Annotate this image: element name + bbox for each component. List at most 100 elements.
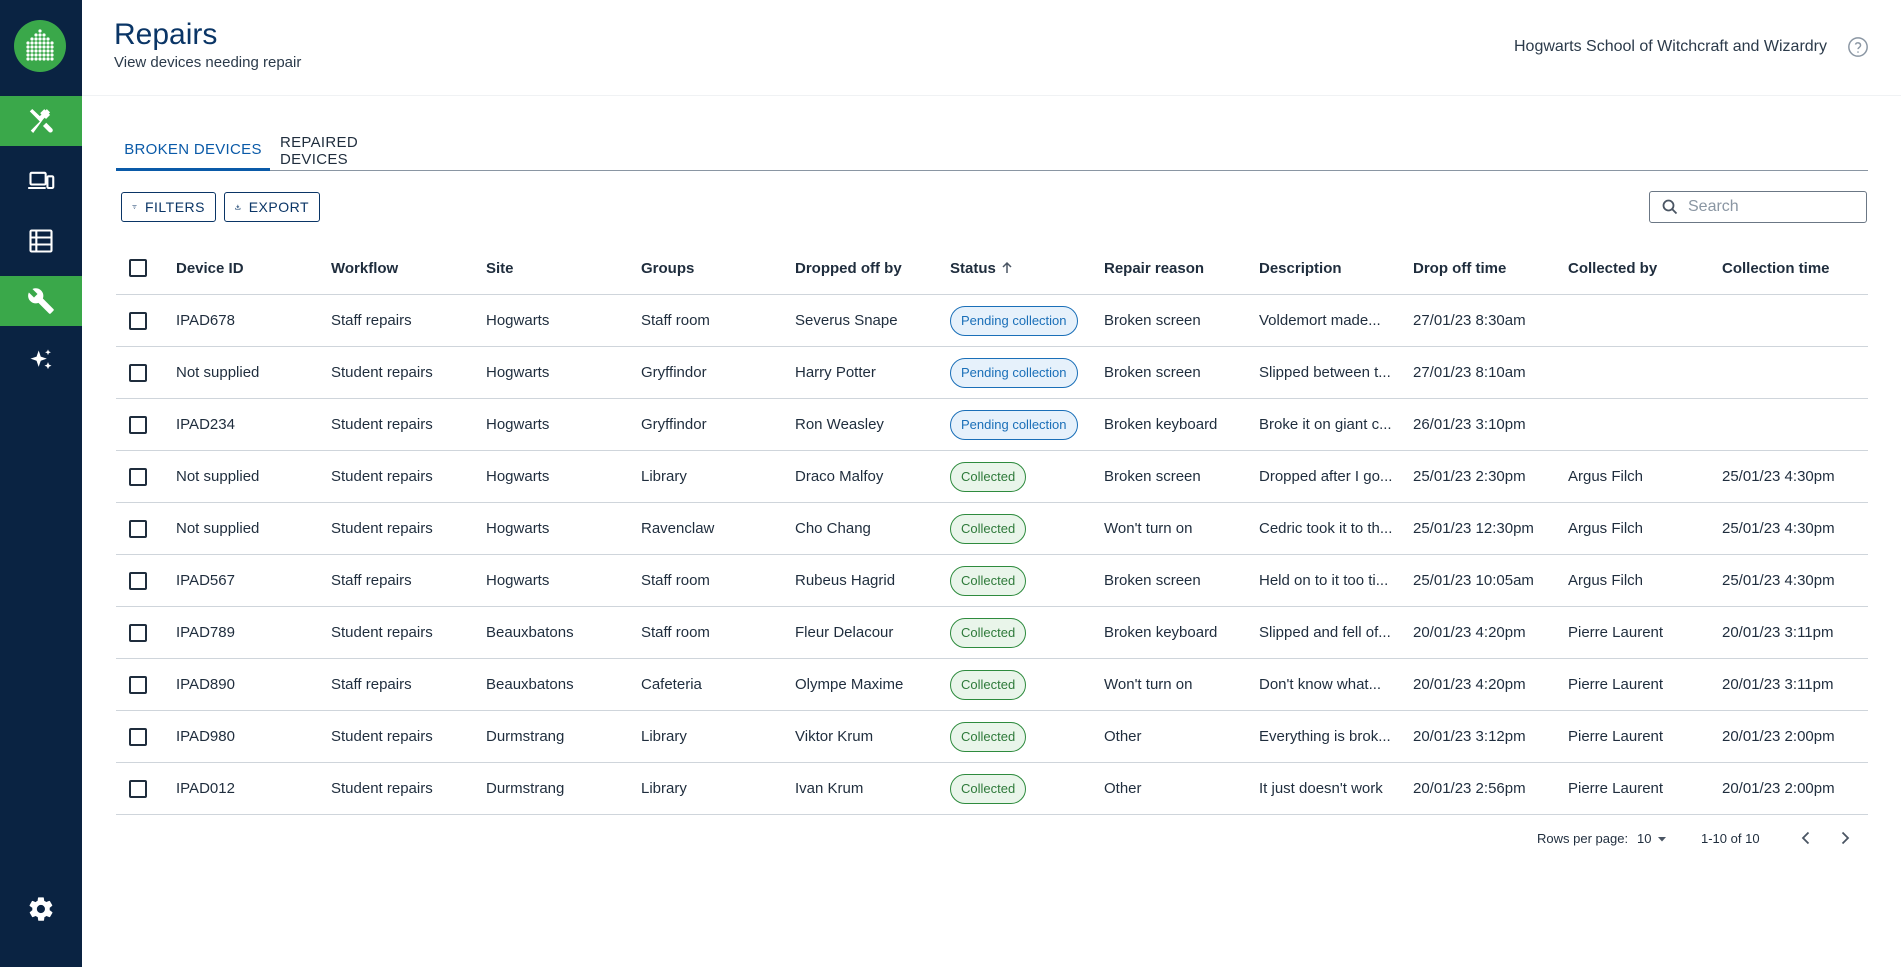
cell-device-id-text: IPAD567	[176, 572, 235, 589]
app-logo[interactable]	[14, 20, 66, 72]
sidebar-item-ai[interactable]	[0, 336, 82, 386]
cell-description: Slipped between t...	[1259, 347, 1399, 398]
row-checkbox[interactable]	[129, 467, 147, 486]
column-header-site[interactable]: Site	[486, 242, 631, 294]
row-checkbox[interactable]	[129, 519, 147, 538]
rows-per-page-select[interactable]: 10	[1637, 831, 1667, 846]
row-checkbox[interactable]	[129, 623, 147, 642]
table-row[interactable]: IPAD980 Student repairs Durmstrang Library V…	[116, 711, 1868, 763]
table-row[interactable]: IPAD234 Student repairs Hogwarts Gryffindor…	[116, 399, 1868, 451]
cell-device-id: Not supplied	[176, 347, 321, 398]
cell-groups: Staff room	[641, 295, 786, 346]
cell-collected-by	[1568, 347, 1713, 398]
column-header-description[interactable]: Description	[1259, 242, 1399, 294]
table-row[interactable]: Not supplied Student repairs Hogwarts Gryff…	[116, 347, 1868, 399]
column-header-groups[interactable]: Groups	[641, 242, 786, 294]
cell-dropped-off-by: Rubeus Hagrid	[795, 555, 940, 606]
cell-site-text: Beauxbatons	[486, 676, 574, 693]
table-row[interactable]: IPAD012 Student repairs Durmstrang Library I…	[116, 763, 1868, 815]
column-header-workflow[interactable]: Workflow	[331, 242, 476, 294]
export-button[interactable]: EXPORT	[224, 192, 320, 222]
table-body: IPAD678 Staff repairs Hogwarts Staff room Se…	[116, 295, 1868, 815]
cell-repair-reason: Broken screen	[1104, 347, 1249, 398]
cell-site-text: Hogwarts	[486, 312, 550, 329]
cell-repair-reason-text: Won't turn on	[1104, 520, 1193, 537]
table-row[interactable]: IPAD890 Staff repairs Beauxbatons Cafeteria…	[116, 659, 1868, 711]
cell-description-text: Cedric took it to th...	[1259, 520, 1393, 537]
cell-device-id-text: IPAD012	[176, 780, 235, 797]
sidebar-item-repairs[interactable]	[0, 276, 82, 326]
sidebar-item-tools[interactable]	[0, 96, 82, 146]
help-icon[interactable]	[1847, 36, 1869, 58]
column-header-collection-time[interactable]: Collection time	[1722, 242, 1868, 294]
export-button-label: EXPORT	[248, 199, 309, 215]
chevron-right-icon[interactable]	[1835, 828, 1855, 848]
table-header-row: Device ID Workflow Site Groups Dropped o…	[116, 242, 1868, 295]
cell-device-id-text: Not supplied	[176, 520, 260, 537]
row-checkbox[interactable]	[129, 675, 147, 694]
page-title: Repairs	[114, 18, 218, 51]
cell-dropped-off-by: Olympe Maxime	[795, 659, 940, 710]
cell-collected-by-text: Pierre Laurent	[1568, 780, 1664, 797]
cell-collected-by	[1568, 399, 1713, 450]
sidebar-item-devices[interactable]	[0, 156, 82, 206]
filters-button[interactable]: FILTERS	[121, 192, 216, 222]
cell-repair-reason-text: Other	[1104, 780, 1142, 797]
sort-ascending-icon[interactable]	[1000, 261, 1014, 275]
table-row[interactable]: Not supplied Student repairs Hogwarts Raven…	[116, 503, 1868, 555]
cell-drop-off-time-text: 25/01/23 2:30pm	[1413, 468, 1526, 485]
cell-dropped-off-by-text: Draco Malfoy	[795, 468, 884, 485]
gear-icon	[29, 897, 53, 921]
search-input[interactable]	[1688, 198, 1858, 216]
column-header-device-id[interactable]: Device ID	[176, 242, 321, 294]
sidebar	[0, 0, 82, 967]
cell-groups: Staff room	[641, 607, 786, 658]
row-checkbox[interactable]	[129, 727, 147, 746]
chevron-left-icon[interactable]	[1796, 828, 1816, 848]
hammer-wrench-icon	[29, 108, 53, 134]
cell-status: Collected	[950, 659, 1095, 710]
cell-workflow-text: Student repairs	[331, 364, 433, 381]
sidebar-item-list[interactable]	[0, 216, 82, 266]
row-checkbox[interactable]	[129, 779, 147, 798]
column-header-status-label: Status	[950, 259, 996, 277]
status-badge: Pending collection	[950, 305, 1078, 336]
table-row[interactable]: Not supplied Student repairs Hogwarts Libra…	[116, 451, 1868, 503]
row-checkbox[interactable]	[129, 571, 147, 590]
cell-groups-text: Cafeteria	[641, 676, 702, 693]
cell-drop-off-time-text: 26/01/23 3:10pm	[1413, 416, 1526, 433]
cell-repair-reason: Other	[1104, 711, 1249, 762]
cell-dropped-off-by: Ivan Krum	[795, 763, 940, 814]
sidebar-item-settings[interactable]	[0, 884, 82, 934]
column-header-dropped-off-by[interactable]: Dropped off by	[795, 242, 940, 294]
tab-broken-devices[interactable]: BROKEN DEVICES	[116, 130, 270, 171]
cell-workflow-text: Student repairs	[331, 416, 433, 433]
cell-repair-reason: Broken keyboard	[1104, 399, 1249, 450]
cell-collection-time: 20/01/23 3:11pm	[1722, 659, 1868, 710]
cell-dropped-off-by: Fleur Delacour	[795, 607, 940, 658]
cell-device-id-text: IPAD980	[176, 728, 235, 745]
column-header-repair-reason[interactable]: Repair reason	[1104, 242, 1249, 294]
tab-repaired-devices[interactable]: REPAIRED DEVICES	[280, 130, 420, 171]
row-checkbox[interactable]	[129, 415, 147, 434]
cell-device-id-text: IPAD789	[176, 624, 235, 641]
select-all-checkbox[interactable]	[129, 259, 147, 277]
cell-status: Collected	[950, 451, 1095, 502]
row-checkbox[interactable]	[129, 311, 147, 330]
column-header-status[interactable]: Status	[950, 242, 1095, 294]
row-checkbox[interactable]	[129, 363, 147, 382]
cell-repair-reason-text: Broken screen	[1104, 468, 1201, 485]
column-header-collected-by[interactable]: Collected by	[1568, 242, 1713, 294]
download-icon	[235, 204, 241, 210]
cell-repair-reason: Broken screen	[1104, 555, 1249, 606]
caret-down-icon	[1658, 836, 1667, 841]
column-header-drop-off-time[interactable]: Drop off time	[1413, 242, 1558, 294]
table-row[interactable]: IPAD567 Staff repairs Hogwarts Staff room Ru…	[116, 555, 1868, 607]
cell-site: Hogwarts	[486, 295, 631, 346]
cell-collected-by: Argus Filch	[1568, 555, 1713, 606]
table-row[interactable]: IPAD678 Staff repairs Hogwarts Staff room Se…	[116, 295, 1868, 347]
cell-drop-off-time-text: 27/01/23 8:10am	[1413, 364, 1526, 381]
table-row[interactable]: IPAD789 Student repairs Beauxbatons Staff r…	[116, 607, 1868, 659]
status-badge: Collected	[950, 669, 1027, 700]
cell-site: Beauxbatons	[486, 607, 631, 658]
